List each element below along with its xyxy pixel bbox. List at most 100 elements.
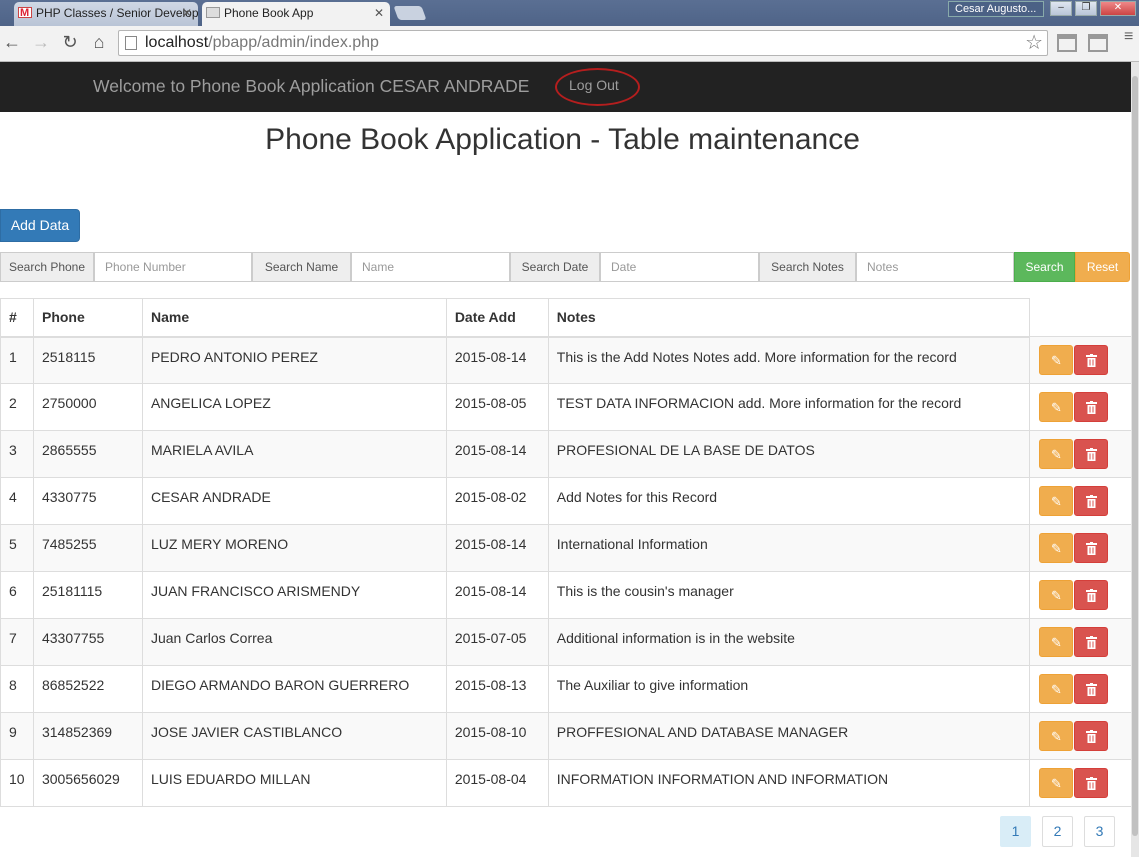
page-1-button[interactable]: 1: [1000, 816, 1031, 847]
pencil-icon: ✎: [1051, 447, 1062, 462]
minimize-button[interactable]: ‒: [1050, 1, 1072, 16]
edit-button[interactable]: ✎: [1039, 486, 1074, 516]
cell-name: PEDRO ANTONIO PEREZ: [141, 336, 447, 384]
cell-notes: International Information: [547, 524, 1031, 572]
row-actions: ✎: [1029, 571, 1131, 619]
cell-num: 10: [0, 759, 34, 807]
forward-arrow-icon[interactable]: →: [29, 30, 53, 54]
delete-button[interactable]: [1074, 721, 1109, 751]
back-arrow-icon[interactable]: ←: [0, 30, 24, 54]
trash-icon: [1085, 401, 1097, 414]
cell-notes: TEST DATA INFORMACION add. More informat…: [547, 383, 1031, 431]
browser-tab-phpclasses[interactable]: PHP Classes / Senior Develop ✕: [14, 2, 198, 26]
edit-button[interactable]: ✎: [1039, 533, 1074, 563]
row-actions: ✎: [1029, 759, 1131, 807]
row-actions: ✎: [1029, 383, 1131, 431]
cell-date: 2015-08-02: [445, 477, 549, 525]
phonebook-table: # Phone Name Date Add Notes 1 2518115 PEDR…: [0, 298, 1131, 807]
page-icon: [125, 36, 137, 50]
cell-phone: 2865555: [32, 430, 143, 478]
trash-icon: [1085, 589, 1097, 602]
table-row: 6 25181115 JUAN FRANCISCO ARISMENDY 2015-08…: [0, 571, 1131, 619]
cell-date: 2015-08-10: [445, 712, 549, 760]
delete-button[interactable]: [1074, 674, 1109, 704]
trash-icon: [1085, 777, 1097, 790]
edit-button[interactable]: ✎: [1039, 392, 1074, 422]
pencil-icon: ✎: [1051, 541, 1062, 556]
browser-menu-icon[interactable]: ≡: [1124, 29, 1138, 45]
table-row: 2 2750000 ANGELICA LOPEZ 2015-08-05 TEST DAT…: [0, 383, 1131, 431]
delete-button[interactable]: [1074, 627, 1109, 657]
reset-button[interactable]: Reset: [1075, 252, 1130, 282]
search-date-input[interactable]: [600, 252, 759, 282]
scrollbar[interactable]: [1131, 62, 1139, 857]
close-window-button[interactable]: ✕: [1100, 1, 1136, 16]
edit-button[interactable]: ✎: [1039, 721, 1074, 751]
address-bar[interactable]: localhost/pbapp/admin/index.php ☆: [118, 30, 1048, 56]
cell-phone: 4330775: [32, 477, 143, 525]
pencil-icon: ✎: [1051, 353, 1062, 368]
row-actions: ✎: [1029, 665, 1131, 713]
delete-button[interactable]: [1074, 345, 1109, 375]
browser-tab-phonebook[interactable]: Phone Book App ✕: [202, 2, 390, 26]
delete-button[interactable]: [1074, 439, 1109, 469]
page-2-button[interactable]: 2: [1042, 816, 1073, 847]
table-body: 1 2518115 PEDRO ANTONIO PEREZ 2015-08-14 Thi…: [0, 336, 1131, 807]
cell-notes: Add Notes for this Record: [547, 477, 1031, 525]
search-name-label: Search Name: [252, 252, 351, 282]
cell-phone: 25181115: [32, 571, 143, 619]
delete-button[interactable]: [1074, 768, 1109, 798]
column-header-actions: [1029, 298, 1131, 337]
tab-close-icon[interactable]: ✕: [182, 2, 192, 24]
tab-close-icon[interactable]: ✕: [374, 2, 384, 24]
cell-num: 9: [0, 712, 34, 760]
trash-icon: [1085, 636, 1097, 649]
column-header-notes: Notes: [547, 298, 1031, 338]
cell-notes: PROFFESIONAL AND DATABASE MANAGER: [547, 712, 1031, 760]
cell-phone: 43307755: [32, 618, 143, 666]
pencil-icon: ✎: [1051, 729, 1062, 744]
search-notes-input[interactable]: [856, 252, 1014, 282]
table-row: 4 4330775 CESAR ANDRADE 2015-08-02 Add Notes…: [0, 477, 1131, 525]
cell-notes: PROFESIONAL DE LA BASE DE DATOS: [547, 430, 1031, 478]
row-actions: ✎: [1029, 430, 1131, 478]
extension-icon[interactable]: [1057, 34, 1077, 52]
cell-name: LUIS EDUARDO MILLAN: [141, 759, 447, 807]
reload-icon[interactable]: ↻: [58, 30, 82, 54]
page-3-button[interactable]: 3: [1084, 816, 1115, 847]
table-row: 9 314852369 JOSE JAVIER CASTIBLANCO 2015-08…: [0, 712, 1131, 760]
edit-button[interactable]: ✎: [1039, 674, 1074, 704]
search-phone-input[interactable]: [94, 252, 252, 282]
edit-button[interactable]: ✎: [1039, 439, 1074, 469]
maximize-button[interactable]: ❐: [1075, 1, 1097, 16]
delete-button[interactable]: [1074, 486, 1109, 516]
column-header-name: Name: [141, 298, 447, 338]
add-data-button[interactable]: Add Data: [0, 209, 80, 242]
home-icon[interactable]: ⌂: [87, 30, 111, 54]
browser-toolbar: ← → ↻ ⌂ localhost/pbapp/admin/index.php …: [0, 26, 1139, 62]
page-icon: [206, 7, 220, 18]
pencil-icon: ✎: [1051, 494, 1062, 509]
extension-icon[interactable]: [1088, 34, 1108, 52]
edit-button[interactable]: ✎: [1039, 627, 1074, 657]
search-name-input[interactable]: [351, 252, 510, 282]
bookmark-star-icon[interactable]: ☆: [1025, 31, 1043, 55]
column-header-phone: Phone: [32, 298, 143, 338]
table-row: 5 7485255 LUZ MERY MORENO 2015-08-14 Interna…: [0, 524, 1131, 572]
delete-button[interactable]: [1074, 392, 1109, 422]
new-tab-button[interactable]: [393, 6, 427, 20]
trash-icon: [1085, 448, 1097, 461]
profile-badge[interactable]: Cesar Augusto...: [948, 1, 1044, 17]
search-button[interactable]: Search: [1014, 252, 1075, 282]
page-title: Phone Book Application - Table maintenan…: [265, 123, 860, 156]
edit-button[interactable]: ✎: [1039, 580, 1074, 610]
column-header-date: Date Add: [445, 298, 549, 338]
cell-notes: INFORMATION INFORMATION AND INFORMATION: [547, 759, 1031, 807]
delete-button[interactable]: [1074, 580, 1109, 610]
edit-button[interactable]: ✎: [1039, 768, 1074, 798]
edit-button[interactable]: ✎: [1039, 345, 1074, 375]
pencil-icon: ✎: [1051, 682, 1062, 697]
delete-button[interactable]: [1074, 533, 1109, 563]
scrollbar-thumb[interactable]: [1132, 76, 1138, 836]
cell-date: 2015-08-13: [445, 665, 549, 713]
